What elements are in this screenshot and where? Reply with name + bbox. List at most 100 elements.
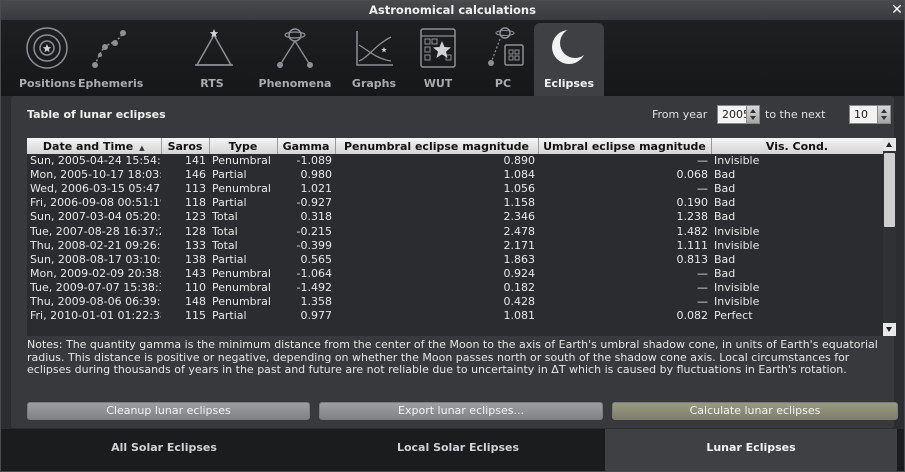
cell-visibility: Invisible <box>714 294 760 308</box>
from-year-stepper[interactable] <box>746 106 759 123</box>
table-scrollbar[interactable] <box>883 138 896 336</box>
sort-ascending-icon: ▲ <box>139 143 145 152</box>
eclipses-icon <box>552 28 590 64</box>
from-year-label: From year <box>652 108 708 121</box>
rts-icon <box>195 29 233 66</box>
table-row[interactable]: Thu, 2009-08-06 06:39:09 148 Penumbral 1.35… <box>27 295 883 309</box>
column-header-type[interactable]: Type <box>209 138 278 154</box>
column-header-gamma[interactable]: Gamma <box>277 138 336 154</box>
tab-ephemeris-label: Ephemeris <box>78 77 144 90</box>
scrollbar-thumb[interactable] <box>884 153 895 227</box>
to-next-label: to the next <box>765 108 826 121</box>
cell-type: Partial <box>212 252 247 266</box>
to-next-spinbox[interactable]: 10 <box>849 105 891 124</box>
table-row[interactable]: Tue, 2009-07-07 15:38:37 110 Penumbral -1.4… <box>27 281 883 295</box>
graphs-icon <box>356 31 393 66</box>
phenomena-icon <box>277 28 313 68</box>
pc-icon <box>488 27 524 66</box>
cell-type: Total <box>212 224 238 238</box>
cell-gamma: -1.064 <box>296 266 332 280</box>
cell-gamma: -0.399 <box>296 238 332 252</box>
close-icon[interactable]: ✕ <box>890 1 904 20</box>
cell-gamma: 0.980 <box>300 168 333 182</box>
cleanup-lunar-eclipses-button[interactable]: Cleanup lunar eclipses <box>27 402 310 420</box>
cell-umbral: — <box>697 294 708 308</box>
column-header-visibility[interactable]: Vis. Cond. <box>711 138 884 154</box>
table-row[interactable]: Mon, 2005-10-17 18:03:21 146 Partial 0.980 1… <box>27 168 883 182</box>
column-header-penumbral-magnitude[interactable]: Penumbral eclipse magnitude <box>335 138 539 154</box>
column-header-saros[interactable]: Saros <box>161 138 210 154</box>
tab-lunar-eclipses[interactable]: Lunar Eclipses <box>605 429 897 471</box>
table-row[interactable]: Sun, 2008-08-17 03:10:05 138 Partial 0.565 1… <box>27 253 883 267</box>
cell-umbral: 0.190 <box>676 196 709 210</box>
tab-ephemeris[interactable]: Ephemeris <box>78 23 144 96</box>
notes-text: Notes: The quantity gamma is the minimum… <box>27 338 878 376</box>
cell-saros: 118 <box>185 196 206 210</box>
tab-rts[interactable]: RTS <box>191 23 233 96</box>
table-row[interactable]: Tue, 2007-08-28 16:37:20 128 Total -0.215 2.… <box>27 224 883 238</box>
scroll-down-icon[interactable] <box>883 323 896 336</box>
table-row[interactable]: Thu, 2008-02-21 09:26:02 133 Total -0.399 2.… <box>27 239 883 253</box>
table-row[interactable]: Fri, 2006-09-08 00:51:19 118 Partial -0.927… <box>27 196 883 210</box>
calculation-toolbar: Positions Ephemeris RTS Phenomena Graphs… <box>1 20 904 96</box>
cell-date: Sun, 2007-03-04 05:20:52 <box>30 210 161 224</box>
cell-penumbral: 1.056 <box>503 182 536 196</box>
tab-wut[interactable]: WUT <box>415 23 461 96</box>
cell-umbral: 0.082 <box>676 309 709 323</box>
column-header-date[interactable]: Date and Time ▲ <box>27 138 162 154</box>
cell-visibility: Bad <box>714 210 736 224</box>
lunar-eclipses-table[interactable]: Date and Time ▲ Saros Type Gamma Penumbra… <box>27 138 896 336</box>
cell-saros: 148 <box>185 294 206 308</box>
table-row[interactable]: Sun, 2007-03-04 05:20:52 123 Total 0.318 2.3… <box>27 210 883 224</box>
cell-penumbral: 2.171 <box>503 238 536 252</box>
tab-eclipses[interactable]: Eclipses <box>534 23 604 96</box>
tab-local-solar-eclipses[interactable]: Local Solar Eclipses <box>311 429 605 471</box>
cell-visibility: Bad <box>714 168 736 182</box>
scroll-up-icon[interactable] <box>883 138 896 151</box>
table-row[interactable]: Sun, 2005-04-24 15:54:48 141 Penumbral -1.0… <box>27 154 883 168</box>
cell-penumbral: 1.158 <box>503 196 536 210</box>
window-title: Astronomical calculations <box>369 3 536 17</box>
cell-date: Tue, 2009-07-07 15:38:37 <box>30 280 161 294</box>
cell-penumbral: 1.081 <box>503 309 536 323</box>
table-row[interactable]: Fri, 2010-01-01 01:22:38 115 Partial 0.977 1… <box>27 309 883 323</box>
tab-positions[interactable]: Positions <box>19 23 76 96</box>
tab-all-solar-eclipses[interactable]: All Solar Eclipses <box>17 429 311 471</box>
calculate-lunar-eclipses-button[interactable]: Calculate lunar eclipses <box>612 402 898 420</box>
table-header-row: Date and Time ▲ Saros Type Gamma Penumbra… <box>27 138 884 154</box>
export-lunar-eclipses-button[interactable]: Export lunar eclipses... <box>319 402 603 420</box>
tab-positions-label: Positions <box>19 77 76 90</box>
cell-date: Mon, 2005-10-17 18:03:21 <box>30 168 161 182</box>
cell-saros: 115 <box>185 309 206 323</box>
window-titlebar[interactable]: Astronomical calculations ✕ <box>1 1 904 20</box>
cell-type: Partial <box>212 168 247 182</box>
cell-type: Partial <box>212 196 247 210</box>
cell-umbral: 1.482 <box>676 224 709 238</box>
to-next-stepper[interactable] <box>877 106 890 123</box>
cell-visibility: Invisible <box>714 238 760 252</box>
cell-date: Mon, 2009-02-09 20:38:14 <box>30 266 161 280</box>
column-header-umbral-magnitude[interactable]: Umbral eclipse magnitude <box>538 138 712 154</box>
lunar-eclipses-panel: Table of lunar eclipses From year 2005 t… <box>11 96 898 428</box>
cell-gamma: -0.215 <box>296 224 332 238</box>
cell-saros: 128 <box>185 224 206 238</box>
table-row[interactable]: Mon, 2009-02-09 20:38:14 143 Penumbral -1.0… <box>27 267 883 281</box>
cell-date: Tue, 2007-08-28 16:37:20 <box>30 224 161 238</box>
cell-gamma: 0.565 <box>300 252 333 266</box>
cell-gamma: -0.927 <box>296 196 332 210</box>
cell-umbral: — <box>697 154 708 168</box>
cell-umbral: — <box>697 266 708 280</box>
cell-date: Sun, 2005-04-24 15:54:48 <box>30 154 161 168</box>
tab-graphs[interactable]: Graphs <box>349 23 399 96</box>
tab-rts-label: RTS <box>200 77 224 90</box>
cell-saros: 141 <box>185 154 206 168</box>
tab-pc[interactable]: PC <box>483 23 524 96</box>
tab-phenomena[interactable]: Phenomena <box>257 23 333 96</box>
table-title: Table of lunar eclipses <box>27 108 166 121</box>
cell-gamma: 1.021 <box>300 182 333 196</box>
from-year-spinbox[interactable]: 2005 <box>717 105 760 124</box>
tab-wut-label: WUT <box>423 77 453 90</box>
cell-saros: 143 <box>185 266 206 280</box>
ephemeris-icon <box>92 30 126 68</box>
table-row[interactable]: Wed, 2006-03-15 05:47:28 113 Penumbral 1.02… <box>27 182 883 196</box>
